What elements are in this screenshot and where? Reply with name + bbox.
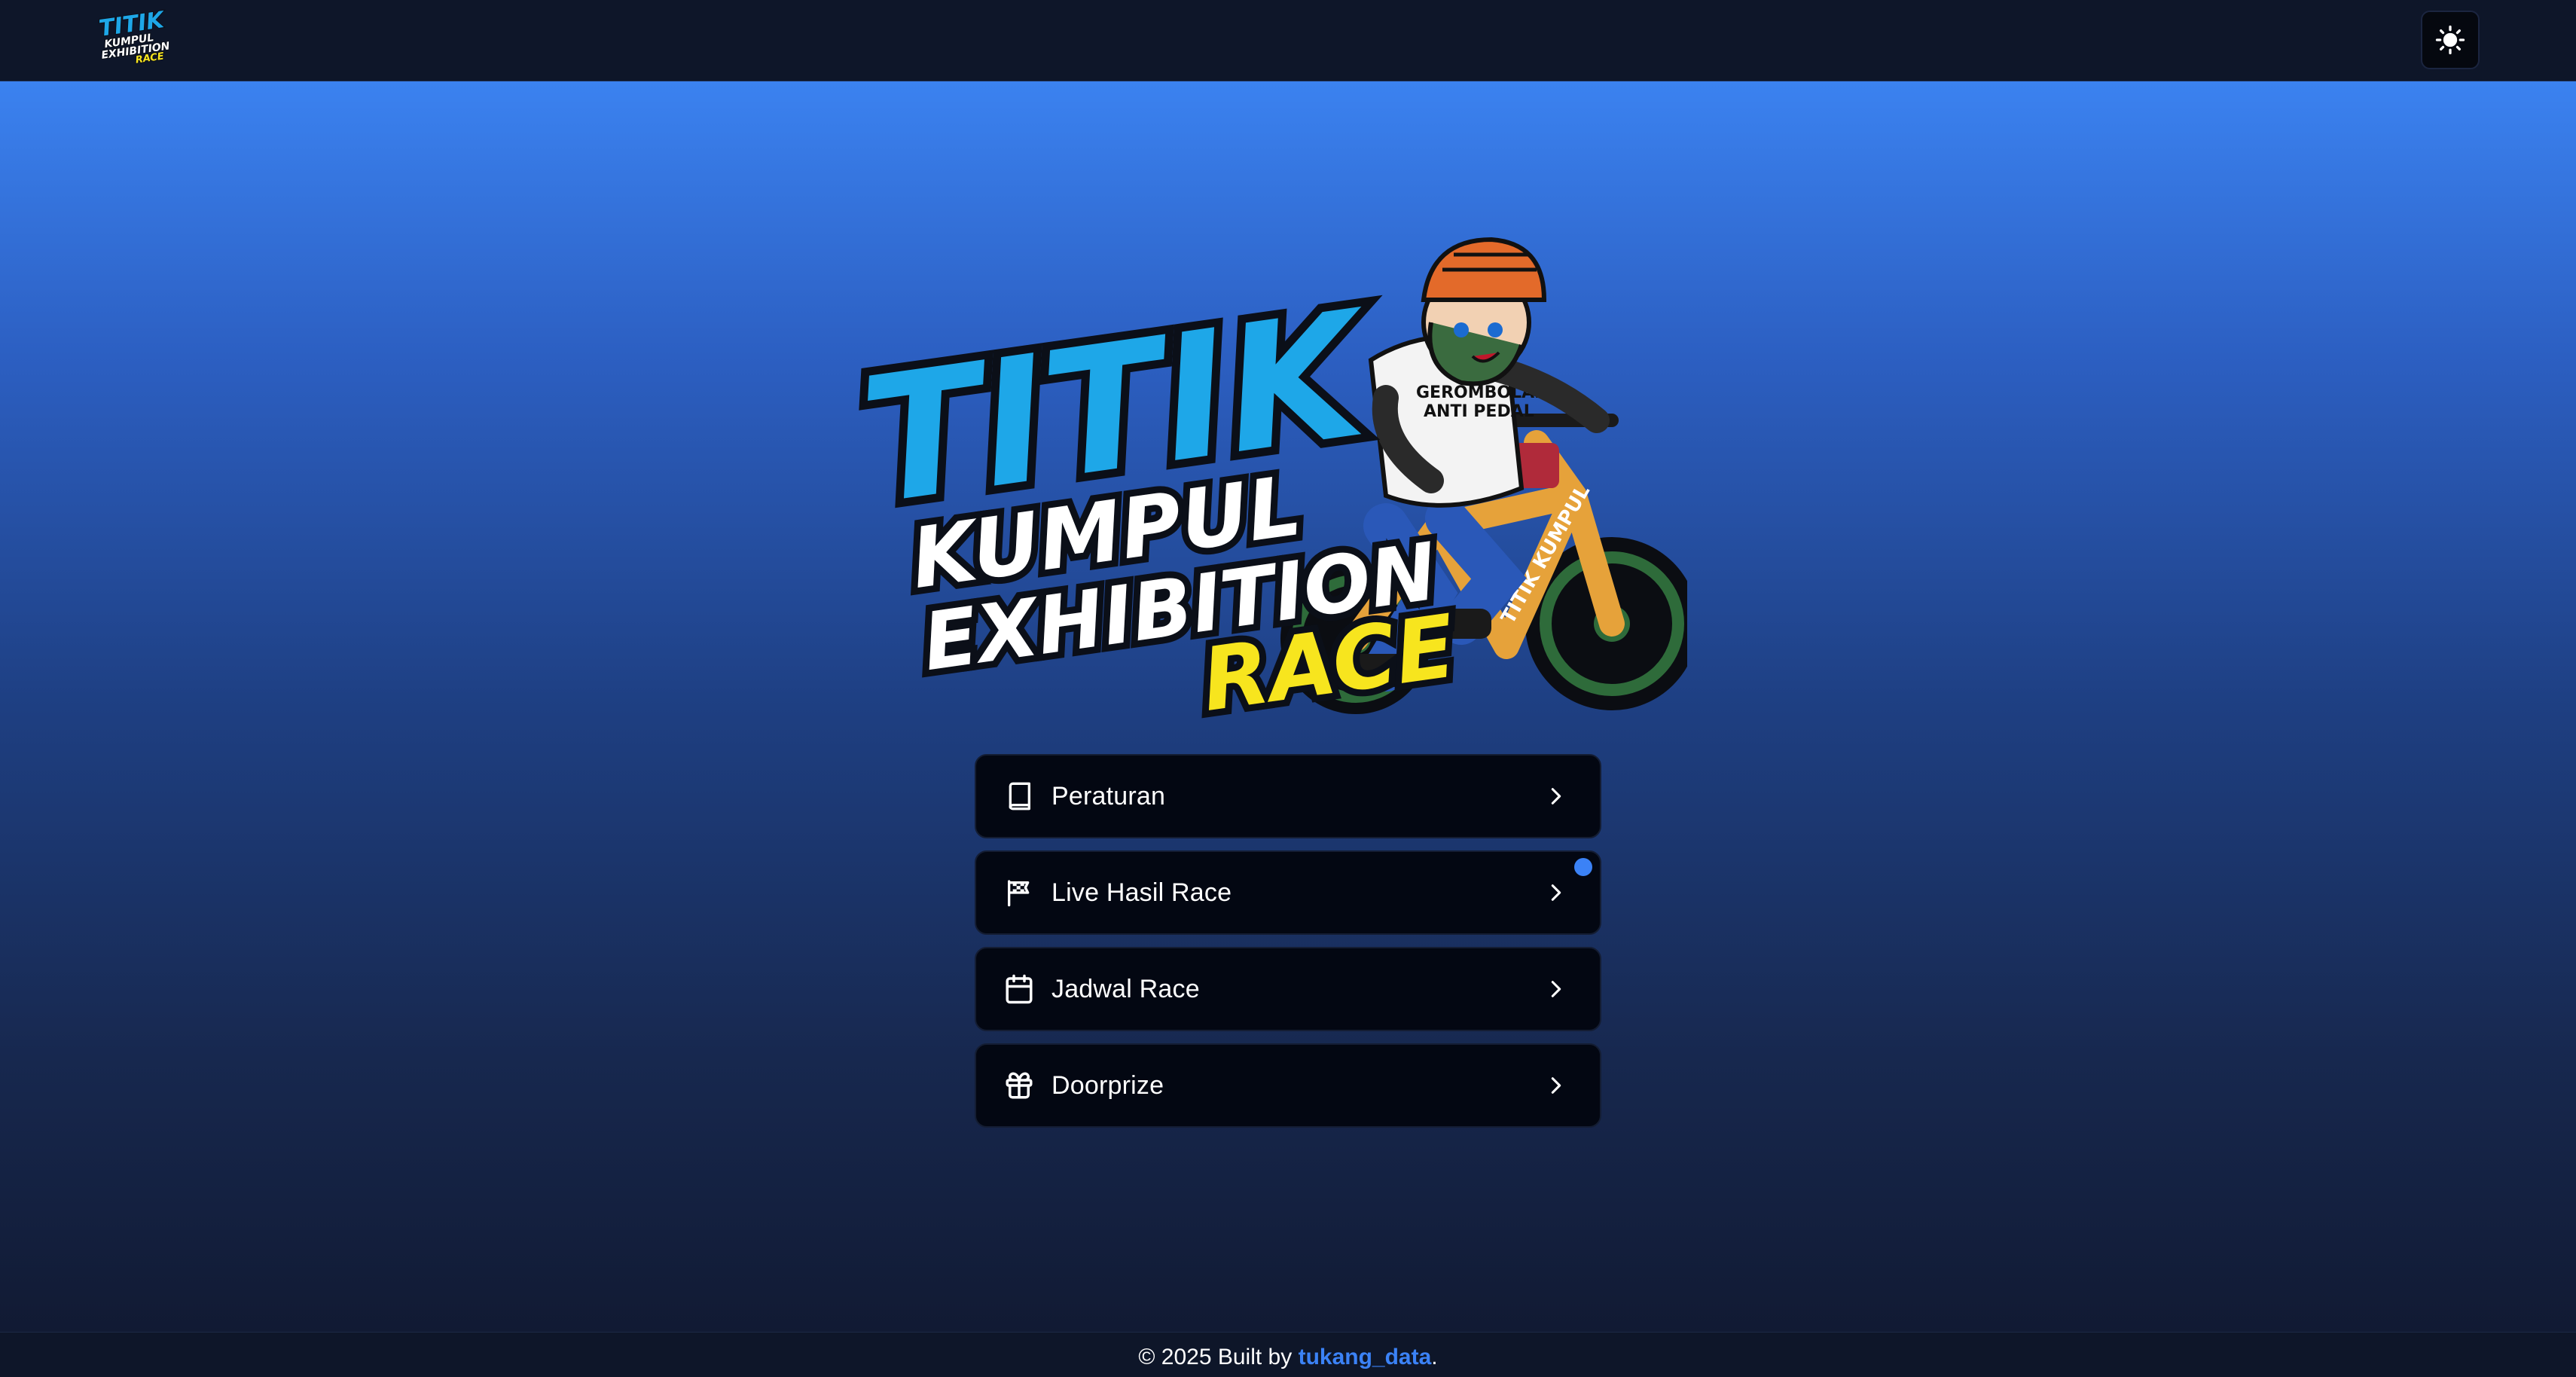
gift-icon (1002, 1068, 1036, 1103)
theme-toggle-button[interactable] (2421, 11, 2480, 69)
footer-copyright: © 2025 Built by (1138, 1345, 1299, 1369)
calendar-icon (1002, 972, 1036, 1006)
site-logo[interactable]: TITIK KUMPUL EXHIBITION RACE (96, 6, 171, 69)
flag-icon (1002, 875, 1036, 910)
chevron-right-icon (1543, 783, 1570, 810)
page-footer: © 2025 Built by tukang_data. (0, 1332, 2576, 1377)
main-menu: Peraturan Live Hasil Race Jadwal Race Do… (975, 754, 1601, 1140)
menu-item-label: Doorprize (1051, 1070, 1164, 1100)
live-indicator-dot (1574, 858, 1592, 876)
footer-suffix: . (1431, 1345, 1438, 1369)
event-hero-logo: TITIK KUMPUL GEROMBOLAN ANTI PEDAL TITIK… (843, 172, 1699, 805)
sun-icon (2435, 25, 2465, 55)
menu-item-peraturan[interactable]: Peraturan (975, 754, 1601, 838)
menu-item-doorprize[interactable]: Doorprize (975, 1043, 1601, 1128)
menu-item-label: Peraturan (1051, 781, 1166, 811)
chevron-right-icon (1543, 976, 1570, 1003)
svg-text:ANTI PEDAL: ANTI PEDAL (1424, 402, 1534, 421)
book-icon (1002, 779, 1036, 814)
main-content: TITIK KUMPUL GEROMBOLAN ANTI PEDAL TITIK… (0, 81, 2576, 1332)
footer-author-link[interactable]: tukang_data (1299, 1345, 1432, 1369)
chevron-right-icon (1543, 879, 1570, 906)
menu-item-jadwal-race[interactable]: Jadwal Race (975, 947, 1601, 1031)
chevron-right-icon (1543, 1072, 1570, 1099)
menu-item-label: Jadwal Race (1051, 974, 1200, 1003)
menu-item-label: Live Hasil Race (1051, 878, 1232, 907)
menu-item-live-hasil-race[interactable]: Live Hasil Race (975, 850, 1601, 935)
top-navbar: TITIK KUMPUL EXHIBITION RACE (0, 0, 2576, 81)
